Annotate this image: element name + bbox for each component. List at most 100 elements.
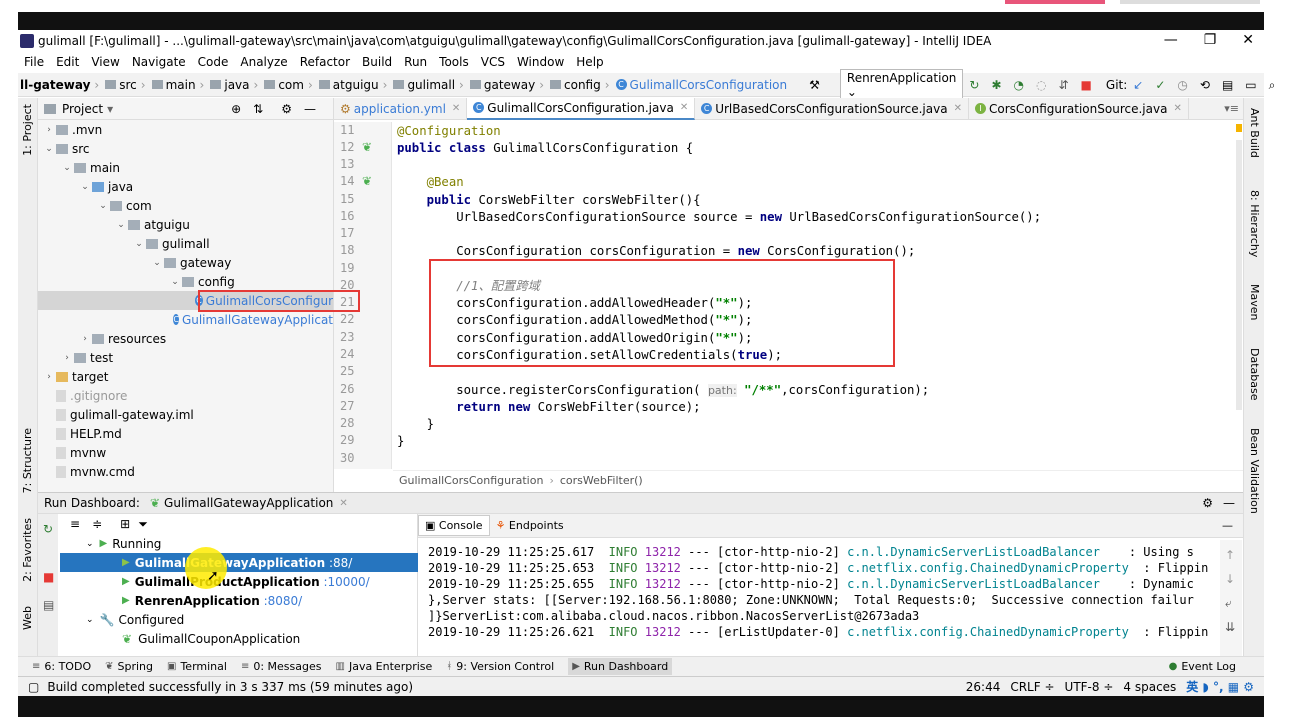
tab-gulimall-cors-configuration[interactable]: C GulimallCorsConfiguration.java ✕ (467, 97, 696, 120)
expand-arrow-icon[interactable]: ⌄ (78, 182, 92, 192)
stop-icon[interactable]: ■ (1081, 79, 1092, 91)
run-app-gateway[interactable]: ▶ GulimallGatewayApplication :88/ (60, 553, 418, 572)
expand-arrow-icon[interactable]: ⌄ (42, 144, 56, 154)
debug-icon[interactable]: ✱ (991, 79, 1001, 91)
profile-icon[interactable]: ◌ (1036, 79, 1046, 91)
web-tool-button[interactable]: Web (21, 606, 34, 630)
expand-arrow-icon[interactable]: › (60, 353, 74, 363)
menu-build[interactable]: Build (362, 55, 392, 69)
rerun-icon[interactable]: ↻ (43, 522, 53, 536)
menu-refactor[interactable]: Refactor (300, 55, 350, 69)
maven-tool-button[interactable]: Maven (1248, 284, 1261, 320)
menu-window[interactable]: Window (517, 55, 564, 69)
caret-position[interactable]: 26:44 (966, 680, 1001, 694)
project-structure-icon[interactable]: ▤ (1222, 79, 1233, 91)
breadcrumb-class[interactable]: C GulimallCorsConfiguration (615, 78, 787, 92)
close-button[interactable]: ✕ (1242, 32, 1254, 48)
configured-app-coupon[interactable]: ❦ GulimallCouponApplication (60, 629, 418, 648)
layout-icon[interactable]: ▭ (1245, 79, 1256, 91)
close-tab-icon[interactable]: ✕ (680, 102, 688, 113)
tab-urlbased-cors-configuration-source[interactable]: C UrlBasedCorsConfigurationSource.java ✕ (695, 97, 969, 120)
scroll-down-icon[interactable]: ↓ (1225, 572, 1235, 586)
breadcrumb-item[interactable]: ll-gateway › (18, 78, 99, 92)
expand-arrow-icon[interactable]: ⌄ (96, 201, 110, 211)
indent-setting[interactable]: 4 spaces (1123, 680, 1176, 694)
rerun-icon[interactable]: ↻ (969, 79, 979, 91)
terminal-tool-button[interactable]: ▣ Terminal (167, 660, 227, 673)
run-configuration-select[interactable]: RenrenApplication ⌄ (839, 68, 964, 101)
group-icon[interactable]: ⊞ (120, 517, 130, 531)
close-tab-icon[interactable]: ✕ (452, 103, 460, 114)
bean-validation-tool-button[interactable]: Bean Validation (1248, 428, 1261, 514)
gear-icon[interactable]: ⚙ (281, 102, 292, 116)
project-tree-item[interactable]: .gitignore (38, 386, 333, 405)
gear-icon[interactable]: ⚙ (1202, 496, 1213, 510)
run-dashboard-tool-button[interactable]: ▶ Run Dashboard (568, 658, 673, 675)
project-tree-item[interactable]: ⌄ config (38, 272, 333, 291)
project-tree-item[interactable]: ⌄ main (38, 158, 333, 177)
console-output[interactable]: 2019-10-29 11:25:25.617 INFO 13212 --- [… (418, 538, 1218, 656)
tab-console[interactable]: ▣ Console (418, 515, 490, 536)
ant-build-tool-button[interactable]: Ant Build (1248, 108, 1261, 158)
filter-icon[interactable]: ⏷ (138, 517, 148, 532)
expand-arrow-icon[interactable]: ⌄ (114, 220, 128, 230)
maximize-button[interactable]: ❐ (1204, 32, 1217, 48)
tab-application-yml[interactable]: ⚙ application.yml ✕ (334, 97, 468, 120)
project-tree-item[interactable]: gulimall-gateway.iml (38, 405, 333, 424)
menu-vcs[interactable]: VCS (481, 55, 505, 69)
project-tree-item[interactable]: mvnw (38, 443, 333, 462)
version-control-tool-button[interactable]: ᚼ 9: Version Control (446, 660, 554, 673)
project-view-select[interactable]: Project (62, 102, 103, 116)
hide-icon[interactable]: — (1223, 496, 1235, 510)
project-tool-button[interactable]: 1: Project (21, 104, 34, 156)
run-app-product[interactable]: ▶ GulimallProductApplication :10000/ (60, 572, 418, 591)
project-tree-item[interactable]: ⌄ com (38, 196, 333, 215)
chevron-down-icon[interactable]: ▾ (107, 102, 113, 116)
expand-arrow-icon[interactable]: ⌄ (132, 239, 146, 249)
hide-icon[interactable]: — (1222, 519, 1233, 532)
structure-tool-button[interactable]: 7: Structure (21, 428, 34, 493)
project-tree-item[interactable]: › target (38, 367, 333, 386)
expand-arrow-icon[interactable]: ⌄ (60, 163, 74, 173)
tab-endpoints[interactable]: ⚘ Endpoints (490, 516, 570, 535)
project-tree-item[interactable]: › resources (38, 329, 333, 348)
revert-icon[interactable]: ⟲ (1200, 79, 1210, 91)
run-app-tab[interactable]: ❦ GulimallGatewayApplication ✕ (150, 496, 348, 510)
project-tree-item[interactable]: ⌄ gulimall (38, 234, 333, 253)
todo-tool-button[interactable]: ≡ 6: TODO (32, 660, 91, 673)
tab-list-icon[interactable]: ▾≡ (1224, 102, 1239, 115)
database-tool-button[interactable]: Database (1248, 348, 1261, 401)
status-layout-icon[interactable]: ▢ (28, 680, 39, 694)
spring-tool-button[interactable]: ❦ Spring (105, 660, 153, 673)
menu-navigate[interactable]: Navigate (132, 55, 186, 69)
search-icon[interactable]: ⌕ (1269, 79, 1276, 91)
expand-arrow-icon[interactable]: ⌄ (168, 277, 182, 287)
breadcrumb-item[interactable]: config › (544, 78, 610, 92)
expand-arrow-icon[interactable]: › (42, 372, 56, 382)
collapse-icon[interactable]: ⇅ (253, 102, 263, 116)
project-tree-item[interactable]: › .mvn (38, 120, 333, 139)
menu-help[interactable]: Help (576, 55, 603, 69)
breadcrumb-item[interactable]: java › (204, 78, 258, 92)
line-separator[interactable]: CRLF ÷ (1010, 680, 1054, 694)
menu-view[interactable]: View (91, 55, 119, 69)
layout-icon[interactable]: ▤ (43, 598, 54, 612)
menu-run[interactable]: Run (404, 55, 427, 69)
hierarchy-tool-button[interactable]: 8: Hierarchy (1248, 190, 1261, 257)
status-message[interactable]: Build completed successfully in 3 s 337 … (47, 680, 413, 694)
run-app-renren[interactable]: ▶ RenrenApplication :8080/ (60, 591, 418, 610)
tab-cors-configuration-source[interactable]: I CorsConfigurationSource.java ✕ (969, 97, 1189, 120)
close-tab-icon[interactable]: ✕ (954, 103, 962, 114)
configured-group[interactable]: ⌄ 🔧 Configured (60, 610, 418, 629)
favorites-tool-button[interactable]: 2: Favorites (21, 518, 34, 582)
git-commit-icon[interactable]: ✓ (1155, 79, 1165, 91)
breadcrumb-item[interactable]: gateway › (464, 78, 544, 92)
file-encoding[interactable]: UTF-8 ÷ (1065, 680, 1114, 694)
breadcrumb-item[interactable]: src › (99, 78, 146, 92)
attach-icon[interactable]: ⇵ (1058, 79, 1068, 91)
menu-analyze[interactable]: Analyze (240, 55, 287, 69)
editor-breadcrumb-class[interactable]: GulimallCorsConfiguration (399, 474, 543, 487)
editor-scrollbar-marker[interactable] (1236, 124, 1242, 132)
menu-tools[interactable]: Tools (439, 55, 469, 69)
hammer-icon[interactable]: ⚒ (809, 79, 820, 91)
